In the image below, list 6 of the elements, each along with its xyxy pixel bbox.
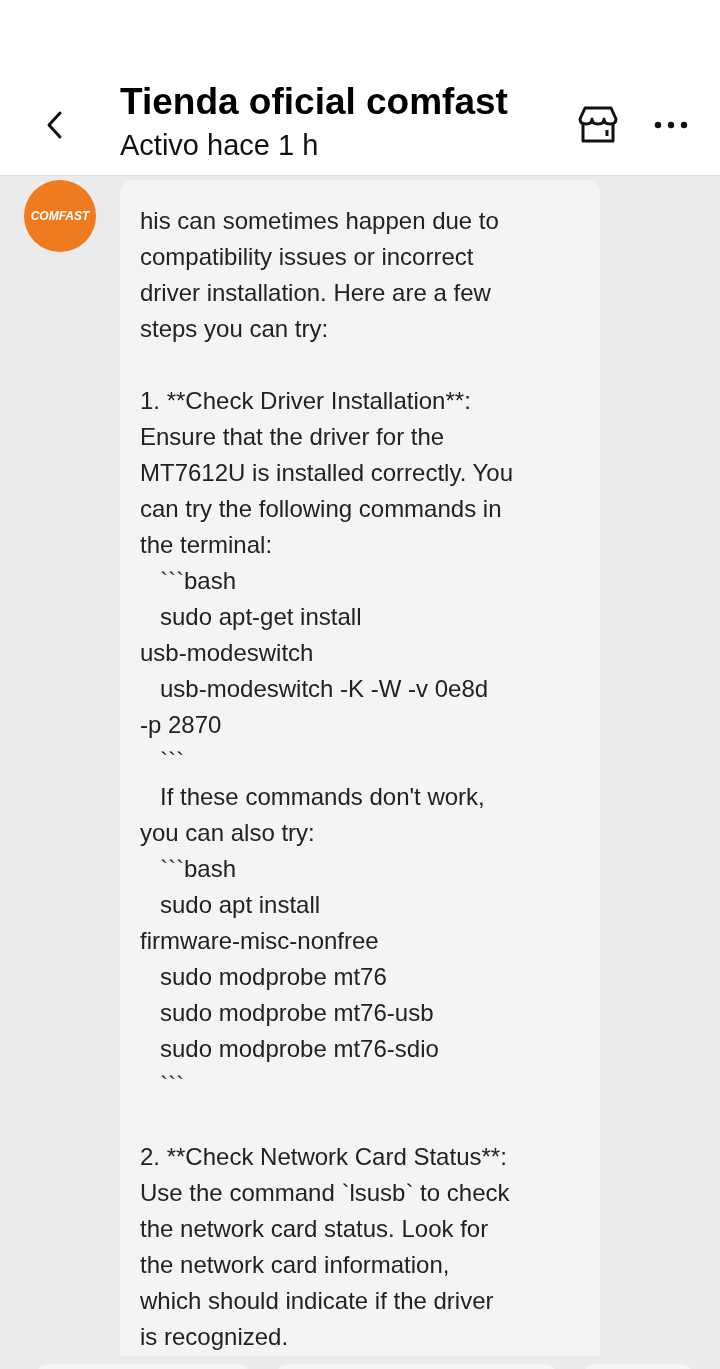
shop-avatar: COMFAST	[24, 180, 96, 252]
activity-status: Activo hace 1 h	[120, 128, 320, 163]
more-icon[interactable]	[654, 121, 688, 129]
message-text: his can sometimes happen due to compatibility issues or incorrect driver installation. Here are a few steps you can try: 1. **Check Driver Installation**: Ensure that the driver for the MT7612U is installed correctly. You can try the following commands in the terminal: ```bash sudo apt-get install usb-modeswitch usb-modeswitch -K -W -v 0e8d -p 2870 ``` If these commands don't work, you can also try: ```bash sudo apt install firmware-misc-nonfree sudo modprobe mt76 sudo modprobe mt76-usb sudo modprobe mt76-sdio ``` 2. **Check Network Card Status**: Use the command `lsusb` to check the network card status. Look for the network card information, which should indicate if the driver is recognized.	[140, 206, 515, 1352]
store-icon[interactable]	[578, 106, 618, 144]
shop-title: Tienda oficial comfast	[120, 80, 509, 124]
